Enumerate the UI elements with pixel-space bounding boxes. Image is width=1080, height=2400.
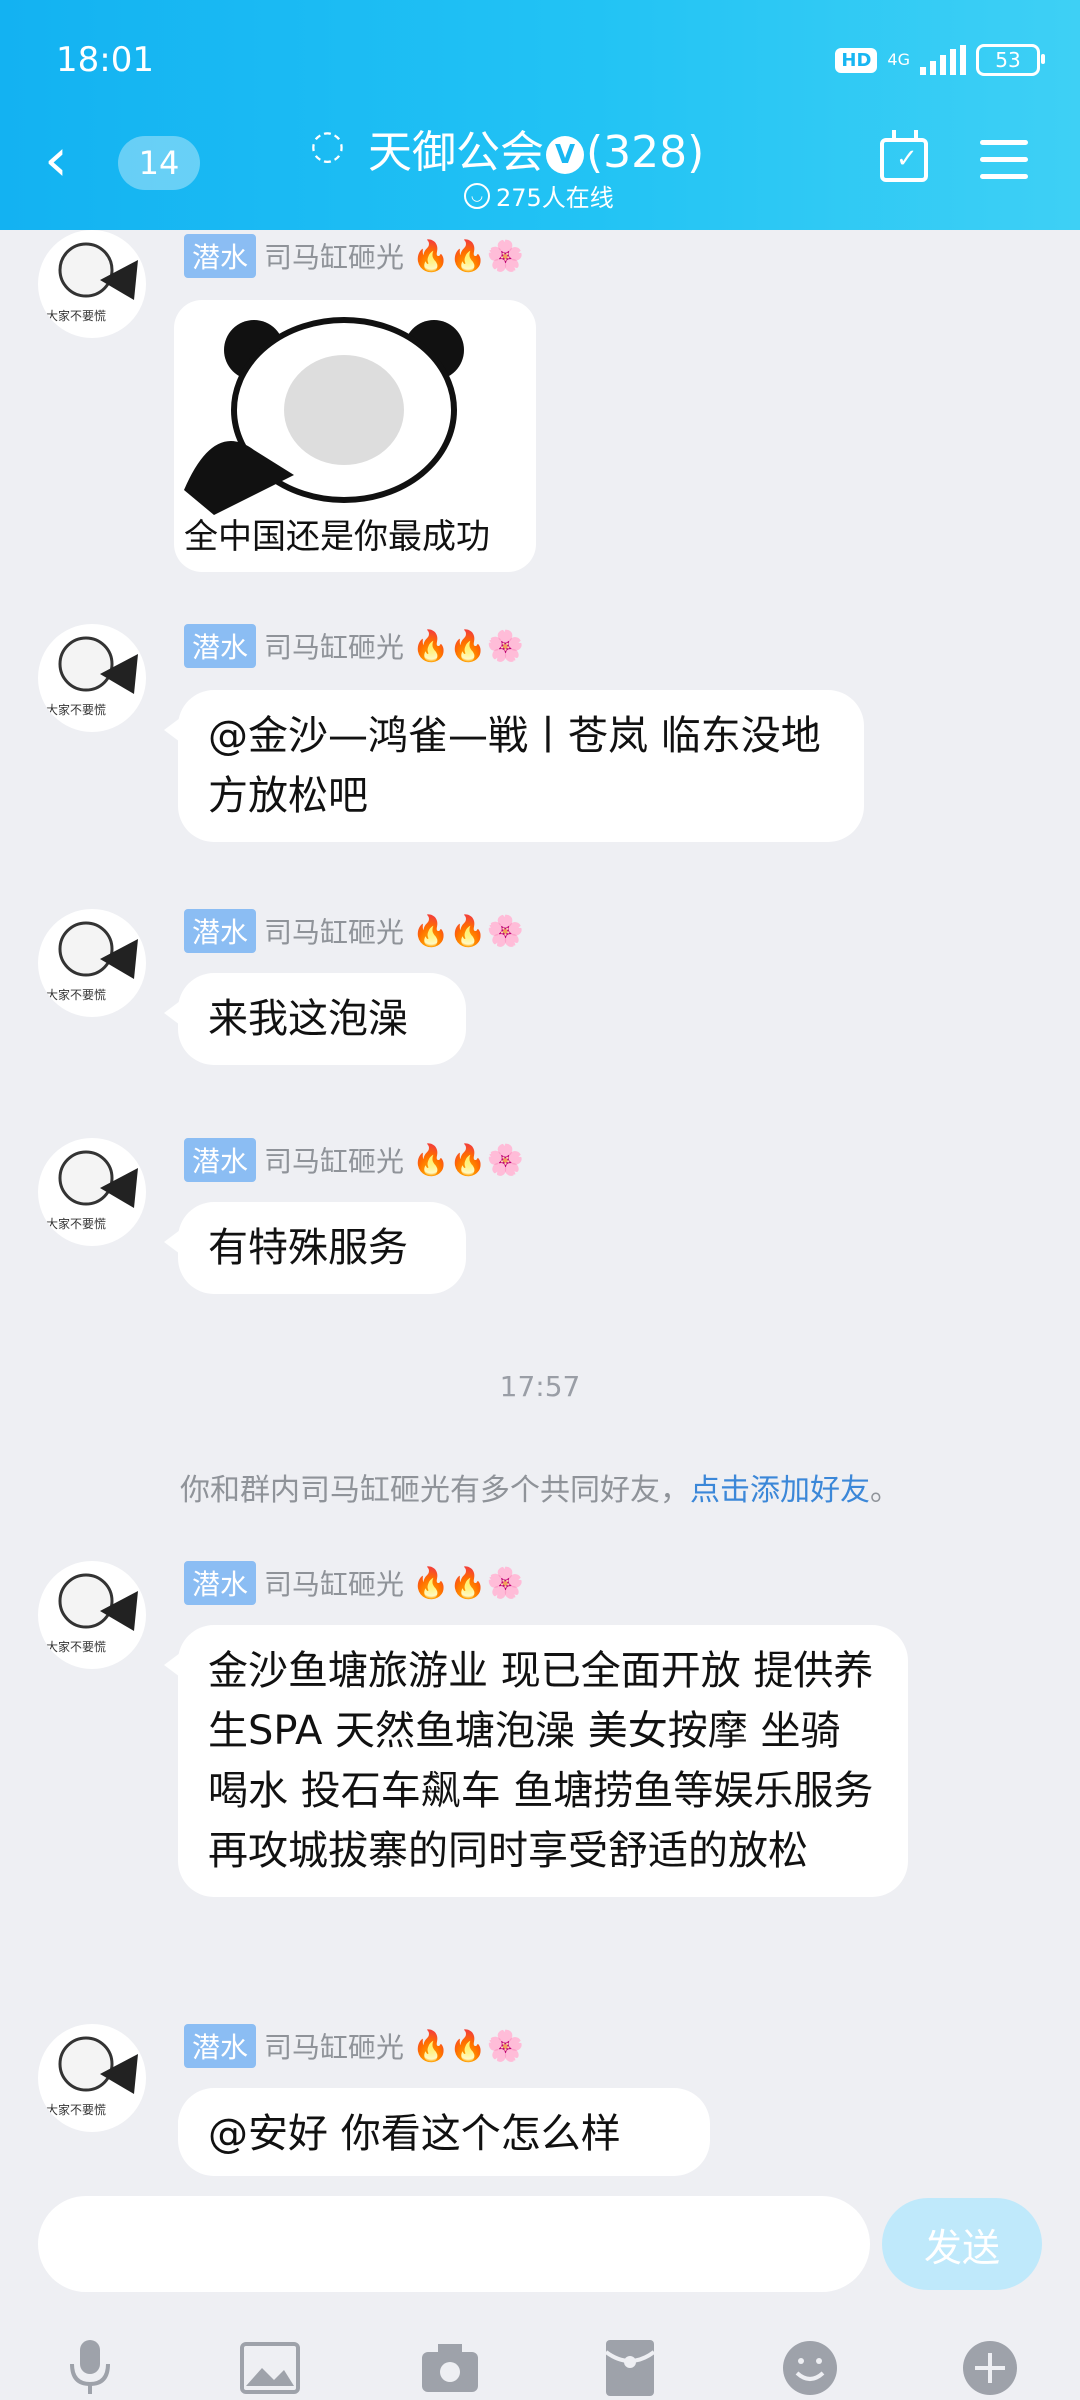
sender-row: 潜水 司马缸砸光 🔥🔥🌸	[184, 2024, 524, 2068]
badge-icons: 🔥🔥🌸	[412, 913, 525, 949]
system-note-text: 你和群内司马缸砸光有多个共同好友，	[180, 1473, 690, 1508]
sender-name[interactable]: 司马缸砸光	[264, 1563, 404, 1603]
role-tag: 潜水	[184, 2024, 257, 2068]
image-icon[interactable]	[238, 2336, 302, 2400]
svg-text:大家不要慌: 大家不要慌	[46, 987, 106, 1002]
online-icon: ◡	[464, 182, 490, 209]
chat-header: 18:01 HD 4G 53 ‹ 14 ◌ 天御公会 V (328) ◡ 275人在…	[0, 0, 1080, 230]
sender-name[interactable]: 司马缸砸光	[264, 626, 404, 666]
hd-icon: HD	[835, 47, 878, 73]
badge-icons: 🔥🔥🌸	[412, 628, 525, 664]
role-tag: 潜水	[184, 234, 257, 278]
input-toolbar	[0, 2336, 1080, 2400]
avatar[interactable]: 大家不要慌	[38, 1561, 146, 1669]
role-tag: 潜水	[184, 624, 257, 668]
redpacket-icon[interactable]	[598, 2336, 662, 2400]
system-note-end: 。	[870, 1473, 900, 1508]
status-time: 18:01	[56, 40, 154, 80]
sender-row: 潜水 司马缸砸光 🔥🔥🌸	[184, 909, 524, 953]
avatar[interactable]: 大家不要慌	[38, 2024, 146, 2132]
sender-row: 潜水 司马缸砸光 🔥🔥🌸	[184, 234, 524, 278]
menu-icon[interactable]	[980, 140, 1028, 180]
timestamp: 17:57	[499, 1370, 581, 1403]
role-tag: 潜水	[184, 1138, 257, 1182]
system-note: 你和群内司马缸砸光有多个共同好友，点击添加好友。	[0, 1465, 1080, 1509]
camera-icon[interactable]	[418, 2336, 482, 2400]
avatar[interactable]: 大家不要慌	[38, 909, 146, 1017]
online-text: 275人在线	[496, 184, 614, 212]
battery-level: 53	[995, 48, 1021, 72]
battery-icon: 53	[976, 44, 1045, 76]
input-bar: 发送	[0, 2176, 1080, 2400]
svg-text:大家不要慌: 大家不要慌	[46, 2102, 106, 2117]
back-icon[interactable]: ‹	[44, 130, 68, 190]
send-button[interactable]: 发送	[882, 2198, 1042, 2290]
unread-count-badge[interactable]: 14	[118, 136, 200, 190]
calendar-check-icon[interactable]: ✓	[880, 130, 928, 182]
sender-row: 潜水 司马缸砸光 🔥🔥🌸	[184, 1561, 524, 1605]
svg-text:大家不要慌: 大家不要慌	[46, 1216, 106, 1231]
avatar[interactable]: 大家不要慌	[38, 1138, 146, 1246]
mic-icon[interactable]	[58, 2336, 122, 2400]
status-icons: HD 4G 53	[835, 44, 1045, 76]
chat-title[interactable]: ◌ 天御公会 V (328) ◡ 275人在线	[310, 112, 770, 212]
add-friend-link[interactable]: 点击添加好友	[690, 1473, 870, 1508]
image-message[interactable]: 全中国还是你最成功	[174, 300, 536, 572]
verified-icon: V	[546, 136, 584, 174]
group-name: 天御公会 V (328)	[368, 116, 704, 180]
signal-icon	[920, 45, 966, 75]
badge-icons: 🔥🔥🌸	[412, 2028, 525, 2064]
image-caption: 全中国还是你最成功	[184, 517, 490, 557]
message-input[interactable]	[38, 2196, 870, 2292]
member-count: (328)	[586, 127, 705, 178]
sender-name[interactable]: 司马缸砸光	[264, 236, 404, 276]
ear-icon: ◌	[310, 122, 345, 168]
avatar[interactable]: 大家不要慌	[38, 624, 146, 732]
message-bubble[interactable]: 有特殊服务	[164, 1202, 466, 1294]
sender-name[interactable]: 司马缸砸光	[264, 2026, 404, 2066]
badge-icons: 🔥🔥🌸	[412, 1565, 525, 1601]
emoji-icon[interactable]	[778, 2336, 842, 2400]
badge-icons: 🔥🔥🌸	[412, 1142, 525, 1178]
svg-text:大家不要慌: 大家不要慌	[46, 1639, 106, 1654]
message-bubble[interactable]: @安好 你看这个怎么样	[178, 2088, 710, 2176]
message-bubble[interactable]: @金沙—鸿雀—戦丨苍岚 临东没地方放松吧	[164, 690, 864, 842]
plus-icon[interactable]	[958, 2336, 1022, 2400]
sender-name[interactable]: 司马缸砸光	[264, 911, 404, 951]
sender-row: 潜水 司马缸砸光 🔥🔥🌸	[184, 624, 524, 668]
sender-row: 潜水 司马缸砸光 🔥🔥🌸	[184, 1138, 524, 1182]
sender-name[interactable]: 司马缸砸光	[264, 1140, 404, 1180]
avatar[interactable]: 大家不要慌	[38, 230, 146, 338]
svg-text:大家不要慌: 大家不要慌	[46, 308, 106, 323]
role-tag: 潜水	[184, 1561, 257, 1605]
role-tag: 潜水	[184, 909, 257, 953]
group-title: 天御公会	[368, 127, 544, 178]
badge-icons: 🔥🔥🌸	[412, 238, 525, 274]
message-bubble[interactable]: 金沙鱼塘旅游业 现已全面开放 提供养生SPA 天然鱼塘泡澡 美女按摩 坐骑喝水 …	[164, 1625, 908, 1897]
online-status: ◡ 275人在线	[464, 178, 614, 213]
svg-text:大家不要慌: 大家不要慌	[46, 702, 106, 717]
network-type: 4G	[887, 50, 910, 69]
message-bubble[interactable]: 来我这泡澡	[164, 973, 466, 1065]
meme-image	[184, 317, 464, 515]
